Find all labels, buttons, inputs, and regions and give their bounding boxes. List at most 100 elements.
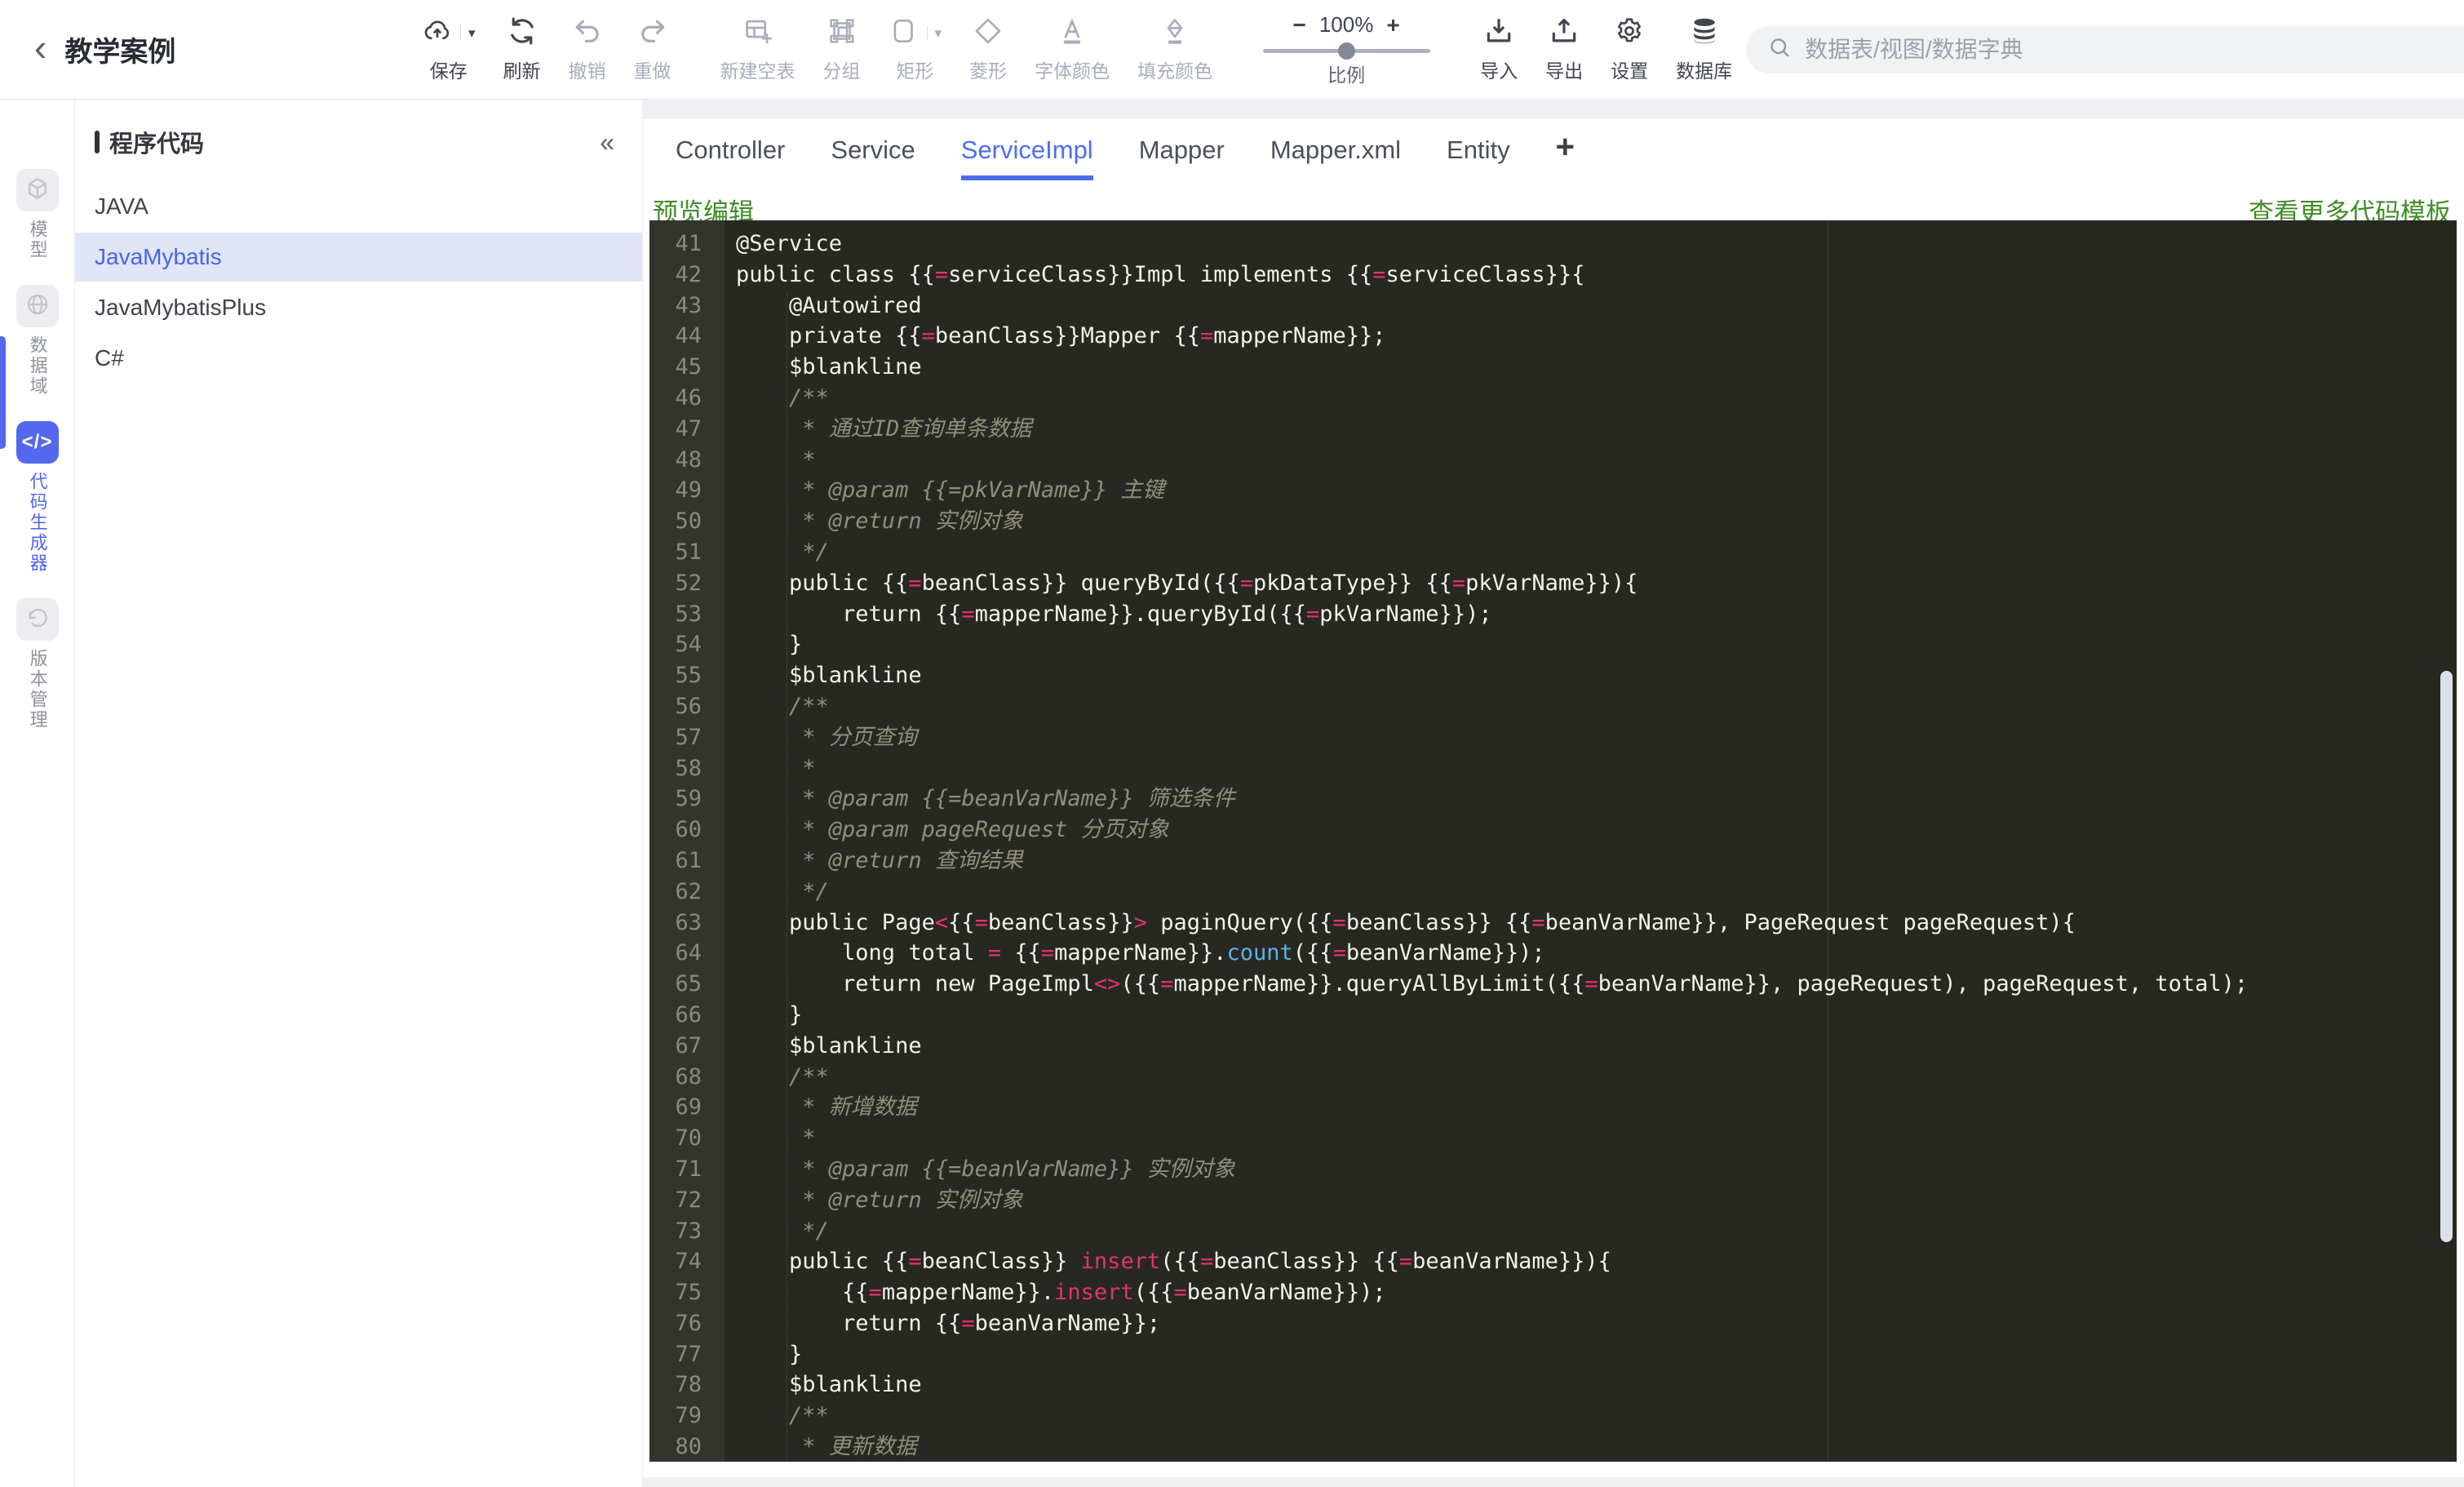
- code-text: */: [736, 1218, 829, 1244]
- code-line: 68 /**: [649, 1062, 2457, 1093]
- line-number: 43: [675, 292, 702, 318]
- code-text: /**: [736, 1063, 829, 1090]
- code-line: 41 @Service: [649, 229, 2457, 260]
- save-dropdown-caret[interactable]: ▾: [460, 25, 476, 40]
- code-text: * 分页查询: [736, 724, 917, 750]
- export-button[interactable]: 导出: [1531, 16, 1597, 83]
- line-number: 58: [675, 755, 702, 781]
- code-text: */: [736, 878, 829, 904]
- search-input[interactable]: [1805, 36, 2464, 63]
- settings-button[interactable]: 设置: [1597, 16, 1662, 83]
- code-line: 74 public {{=beanClass}} insert({{=beanC…: [649, 1246, 2457, 1277]
- zoom-slider[interactable]: [1262, 42, 1430, 60]
- code-text: *: [736, 755, 816, 781]
- diamond-button[interactable]: 菱形: [955, 16, 1021, 83]
- diamond-icon: [973, 16, 1004, 51]
- list-item-javamybatis[interactable]: JavaMybatis: [75, 233, 642, 282]
- search-box[interactable]: [1746, 25, 2464, 73]
- font-color-button[interactable]: 字体颜色: [1021, 16, 1123, 83]
- zoom-slider-thumb[interactable]: [1337, 42, 1355, 60]
- group-button[interactable]: 分组: [809, 16, 875, 83]
- database-button[interactable]: 数据库: [1662, 16, 1746, 83]
- line-number: 48: [675, 446, 702, 473]
- line-number: 56: [675, 693, 702, 719]
- code-line: 70 *: [649, 1123, 2457, 1154]
- code-line: 77 }: [649, 1339, 2457, 1370]
- header-left: ‹ 教学案例: [0, 29, 408, 71]
- code-line: 64 long total = {{=mapperName}}.count({{…: [649, 938, 2457, 969]
- template-list: JAVA JavaMybatis JavaMybatisPlus C#: [75, 182, 642, 383]
- zoom-value: 100%: [1318, 12, 1374, 37]
- tab-mapper-xml[interactable]: Mapper.xml: [1270, 135, 1401, 180]
- code-line: 42 public class {{=serviceClass}}Impl imp…: [649, 260, 2457, 291]
- sidebar-item-version-management[interactable]: 版本管理: [16, 598, 59, 730]
- line-number: 62: [675, 878, 702, 904]
- sidebar-item-code-generator[interactable]: </> 代码生成器: [16, 421, 59, 574]
- new-table-button[interactable]: 新建空表: [707, 16, 809, 83]
- tab-controller[interactable]: Controller: [676, 135, 785, 180]
- fill-color-icon: [1159, 16, 1190, 51]
- line-number: 53: [675, 601, 702, 627]
- zoom-in-button[interactable]: +: [1386, 12, 1399, 38]
- rectangle-dropdown-caret[interactable]: ▾: [926, 25, 942, 40]
- code-line: 53 return {{=mapperName}}.queryById({{=p…: [649, 599, 2457, 630]
- zoom-control: − 100% + 比例: [1261, 12, 1432, 87]
- zoom-out-button[interactable]: −: [1292, 12, 1305, 38]
- redo-button[interactable]: 重做: [620, 16, 685, 83]
- import-button[interactable]: 导入: [1466, 16, 1531, 83]
- save-button[interactable]: ▾ 保存: [408, 16, 490, 83]
- list-item-javamybatisplus[interactable]: JavaMybatisPlus: [75, 283, 642, 332]
- line-number: 78: [675, 1372, 702, 1398]
- sidebar-item-model[interactable]: 模型: [16, 169, 59, 260]
- code-line: 63 public Page<{{=beanClass}}> paginQuer…: [649, 908, 2457, 939]
- line-number: 73: [675, 1218, 702, 1244]
- add-tab-button[interactable]: +: [1556, 131, 1575, 163]
- page-title: 教学案例: [64, 37, 176, 68]
- code-text: return new PageImpl<>({{=mapperName}}.qu…: [736, 971, 2249, 997]
- refresh-button[interactable]: 刷新: [490, 16, 555, 83]
- database-icon: [1689, 16, 1720, 51]
- code-text: public Page<{{=beanClass}}> paginQuery({…: [736, 909, 2076, 935]
- sidebar-item-data-domain[interactable]: 数据域: [16, 285, 59, 397]
- panel-header: 程序代码 «: [75, 100, 642, 159]
- code-line: 65 return new PageImpl<>({{=mapperName}}…: [649, 969, 2457, 1000]
- left-nav: 模型 数据域 </> 代码生成器 版本管理: [0, 100, 75, 1487]
- line-number: 51: [675, 539, 702, 565]
- code-text: /**: [736, 384, 829, 411]
- line-number: 68: [675, 1063, 702, 1090]
- code-line: 69 * 新增数据: [649, 1092, 2457, 1123]
- code-editor[interactable]: 41 @Service 42 public class {{=serviceClass…: [649, 220, 2457, 1462]
- line-number: 69: [675, 1094, 702, 1121]
- undo-button[interactable]: 撤销: [555, 16, 620, 83]
- code-line: 75 {{=mapperName}}.insert({{=beanVarName…: [649, 1277, 2457, 1308]
- code-text: * @return 实例对象: [736, 508, 1023, 535]
- line-number: 70: [675, 1125, 702, 1152]
- rectangle-button[interactable]: ▾ 矩形: [875, 16, 956, 83]
- code-text: $blankline: [736, 1372, 922, 1398]
- tab-service[interactable]: Service: [831, 135, 915, 180]
- tab-serviceimpl[interactable]: ServiceImpl: [960, 135, 1093, 180]
- code-line: 73 */: [649, 1216, 2457, 1247]
- toolbar: ▾ 保存 刷新 撤销 重做 新建空表 分组 ▾ 矩形 菱形 字体颜色 填充颜色 …: [408, 0, 2464, 99]
- line-number: 60: [675, 817, 702, 843]
- code-text: * @return 查询结果: [736, 847, 1023, 873]
- code-line: 58 *: [649, 753, 2457, 784]
- tab-entity[interactable]: Entity: [1447, 135, 1510, 180]
- fill-color-button[interactable]: 填充颜色: [1123, 16, 1226, 83]
- editor-scrollbar-thumb[interactable]: [2440, 671, 2453, 1242]
- collapse-panel-button[interactable]: «: [600, 129, 614, 155]
- code-line: 48 *: [649, 445, 2457, 476]
- code-text: * @param pageRequest 分页对象: [736, 817, 1169, 843]
- code-line: 55 $blankline: [649, 660, 2457, 691]
- back-button[interactable]: ‹: [34, 29, 47, 71]
- code-line: 80 * 更新数据: [649, 1432, 2457, 1462]
- tab-mapper[interactable]: Mapper: [1139, 135, 1225, 180]
- cloud-upload-icon: [422, 16, 453, 51]
- line-number: 77: [675, 1341, 702, 1367]
- template-panel: 程序代码 « JAVA JavaMybatis JavaMybatisPlus …: [75, 100, 643, 1487]
- line-number: 52: [675, 570, 702, 596]
- list-item-csharp[interactable]: C#: [75, 334, 642, 383]
- code-line: 43 @Autowired: [649, 291, 2457, 322]
- list-item-java[interactable]: JAVA: [75, 182, 642, 231]
- export-icon: [1549, 16, 1580, 51]
